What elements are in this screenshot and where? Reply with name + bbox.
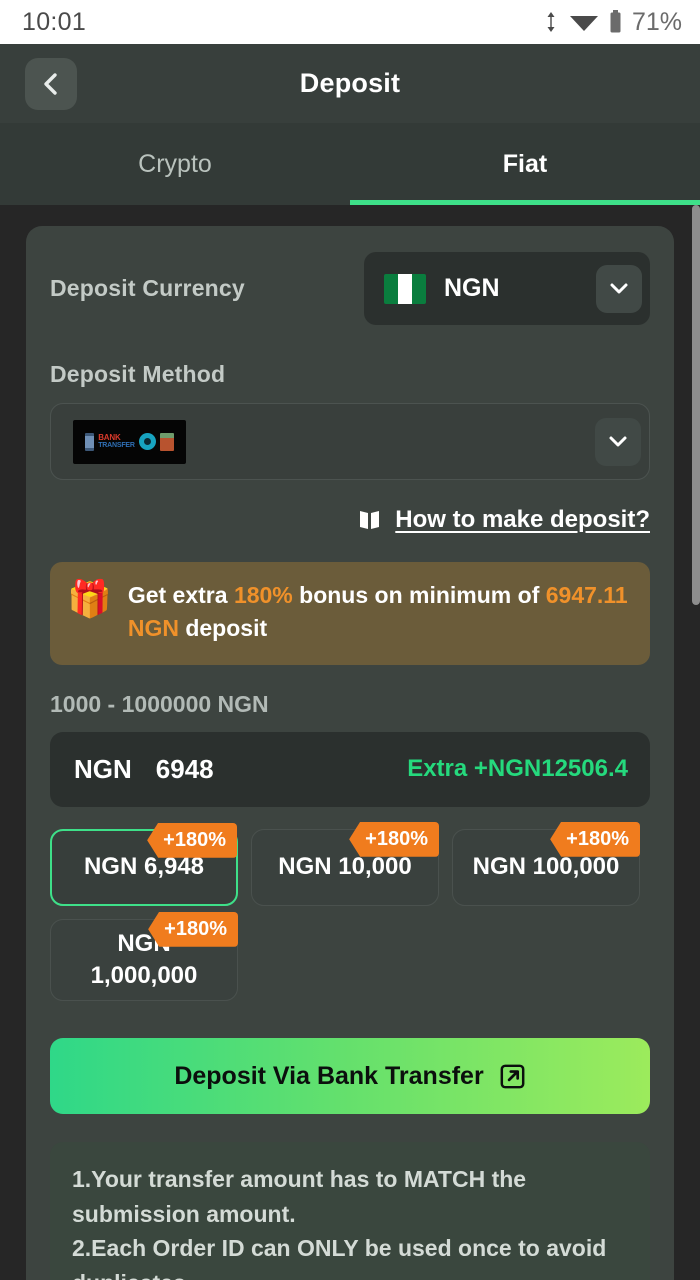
data-transfer-icon — [547, 12, 555, 32]
chevron-left-icon — [44, 72, 57, 95]
status-bar: 10:01 71% — [0, 0, 700, 44]
quick-amount-chip[interactable]: +180% NGN 6,948 — [50, 822, 238, 906]
deposit-method-select[interactable]: BANK TRANSFER — [50, 403, 650, 480]
gift-emoji-icon: 🎁 — [67, 578, 112, 619]
quick-amount-chip[interactable]: +180% NGN 1,000,000 — [50, 911, 238, 1002]
tab-crypto[interactable]: Crypto — [0, 123, 350, 205]
chip-bonus-badge: +180% — [147, 822, 237, 858]
how-to-deposit-link[interactable]: How to make deposit? — [50, 506, 650, 534]
deposit-method-label: Deposit Method — [50, 361, 226, 387]
deposit-notes: 1.Your transfer amount has to MATCH the … — [50, 1142, 650, 1280]
back-button[interactable] — [25, 57, 77, 110]
scrollbar-thumb[interactable] — [692, 205, 700, 605]
page-title: Deposit — [299, 68, 401, 98]
deposit-currency-row: Deposit Currency NGN — [50, 252, 650, 325]
how-to-deposit-text: How to make deposit? — [395, 506, 650, 533]
amount-input[interactable]: 6948 — [156, 754, 407, 785]
bonus-percent: 180% — [233, 582, 293, 608]
app-header: Deposit — [0, 44, 700, 123]
deposit-currency-label: Deposit Currency — [50, 275, 245, 301]
note-item: 1.Your transfer amount has to MATCH the … — [72, 1166, 527, 1227]
deposit-via-bank-transfer-button[interactable]: Deposit Via Bank Transfer — [50, 1038, 650, 1115]
status-time: 10:01 — [22, 7, 87, 36]
bank-transfer-logo-line1: BANK — [98, 433, 121, 442]
nigeria-flag-icon — [384, 273, 426, 304]
scroll-content: Deposit Currency NGN Deposit Method BANK — [0, 205, 700, 1280]
scrollbar-track[interactable] — [692, 205, 700, 1280]
amount-range-hint: 1000 - 1000000 NGN — [50, 690, 269, 717]
wifi-icon — [569, 16, 598, 31]
bonus-min-amount: 6947.11 — [545, 582, 628, 608]
method-chevron-down-icon[interactable] — [595, 417, 641, 466]
battery-percent: 71% — [631, 7, 682, 36]
quick-amount-chip[interactable]: +180% NGN 100,000 — [452, 821, 640, 906]
bonus-currency: NGN — [127, 615, 179, 642]
book-icon — [360, 511, 380, 529]
deposit-currency-value: NGN — [444, 274, 500, 302]
chevron-down-icon — [610, 283, 628, 294]
bonus-banner: 🎁 Get extra 180% bonus on minimum of 694… — [50, 562, 650, 665]
chip-bonus-badge: +180% — [349, 821, 439, 857]
currency-chevron-down-icon[interactable] — [596, 264, 642, 313]
amount-extra-bonus: Extra +NGN12506.4 — [407, 755, 628, 783]
deposit-currency-select[interactable]: NGN — [364, 252, 650, 325]
chip-bonus-badge: +180% — [148, 911, 238, 947]
note-item: 2.Each Order ID can ONLY be used once to… — [72, 1235, 607, 1280]
bank-transfer-logo: BANK TRANSFER — [73, 419, 186, 464]
bonus-suffix: deposit — [178, 615, 268, 642]
amount-input-row[interactable]: NGN 6948 Extra +NGN12506.4 — [50, 731, 650, 807]
bonus-text: Get extra 180% bonus on minimum of 6947.… — [128, 579, 630, 646]
amount-currency-prefix: NGN — [74, 753, 132, 784]
status-icons: 71% — [547, 8, 682, 37]
bank-transfer-logo-line2: TRANSFER — [98, 442, 135, 449]
bonus-prefix: Get extra — [127, 582, 234, 608]
tab-fiat[interactable]: Fiat — [350, 123, 700, 205]
deposit-button-label: Deposit Via Bank Transfer — [174, 1061, 484, 1090]
deposit-type-tabs: Crypto Fiat — [0, 123, 700, 205]
chip-bonus-badge: +180% — [550, 821, 640, 857]
quick-amount-chip[interactable]: +180% NGN 10,000 — [251, 821, 439, 906]
external-link-icon — [500, 1064, 525, 1089]
chevron-down-icon — [609, 436, 627, 447]
deposit-form-card: Deposit Currency NGN Deposit Method BANK — [26, 226, 674, 1280]
battery-icon — [610, 10, 621, 33]
bonus-middle: bonus on minimum of — [292, 582, 546, 608]
quick-amount-chips: +180% NGN 6,948 +180% NGN 10,000 +180% N… — [50, 821, 650, 1002]
